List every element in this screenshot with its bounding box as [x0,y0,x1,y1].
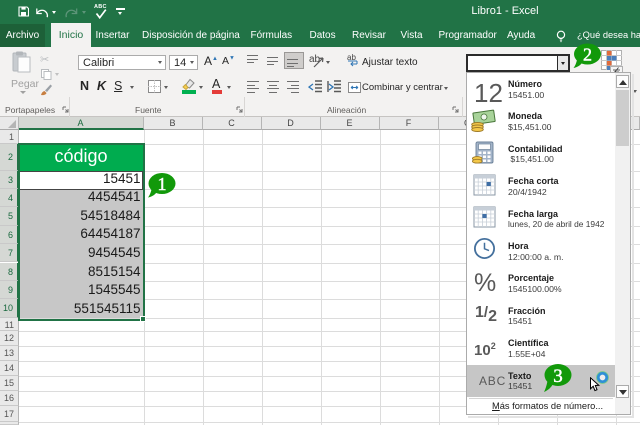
svg-text:2: 2 [583,45,592,65]
svg-text:3: 3 [553,366,563,387]
svg-text:1: 1 [158,174,167,194]
